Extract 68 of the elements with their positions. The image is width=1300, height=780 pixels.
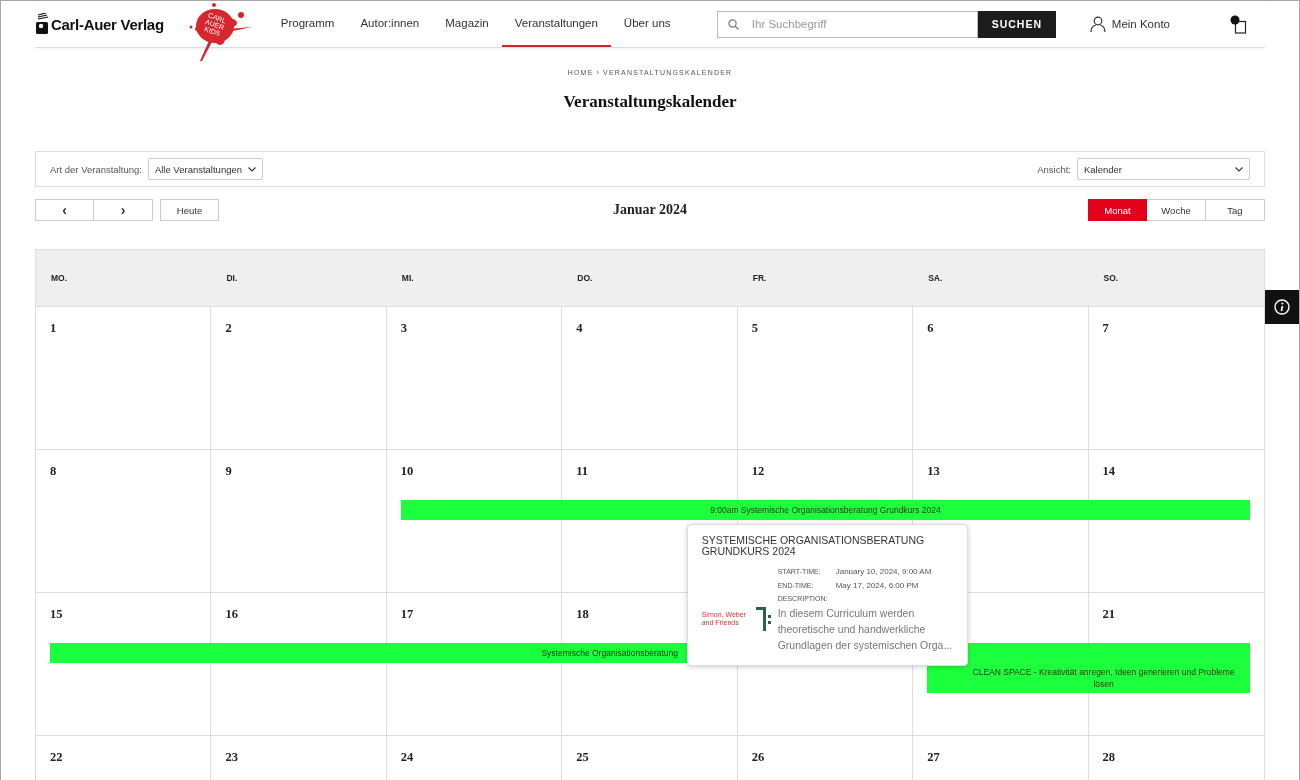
day-number: 5 bbox=[751, 321, 758, 336]
field-value: May 17, 2024, 6:00 PM bbox=[835, 581, 919, 590]
view-tab[interactable]: Monat bbox=[1088, 199, 1147, 221]
next-button[interactable]: › bbox=[94, 199, 153, 221]
info-button[interactable] bbox=[1265, 290, 1299, 324]
search-field[interactable]: Ihr Suchbegriff bbox=[716, 10, 978, 38]
nav-link[interactable]: Veranstaltungen bbox=[501, 1, 611, 47]
day-number: 2 bbox=[225, 321, 232, 336]
day-number: 12 bbox=[751, 464, 765, 479]
weekday-label: DO. bbox=[576, 273, 594, 283]
day-number: 4 bbox=[576, 321, 583, 336]
day-number: 9 bbox=[225, 464, 232, 479]
day-number: 21 bbox=[1102, 607, 1116, 622]
prev-button[interactable]: ‹ bbox=[35, 199, 94, 221]
weekday-label: MO. bbox=[50, 273, 69, 283]
search-button[interactable]: SUCHEN bbox=[977, 10, 1056, 38]
day-number: 13 bbox=[927, 464, 940, 479]
event-title[interactable]: 9:00am Systemische Organisationsberatung Grundkurs 2024 bbox=[400, 500, 1250, 520]
search-icon bbox=[727, 18, 739, 30]
nav-link[interactable]: Magazin bbox=[432, 1, 502, 47]
day-number: 10 bbox=[400, 464, 414, 479]
field-value: January 10, 2024, 9:00 AM bbox=[835, 567, 932, 576]
day-number: 16 bbox=[225, 607, 238, 622]
day-number: 3 bbox=[400, 321, 408, 336]
info-icon bbox=[1274, 299, 1290, 315]
day-number: 11 bbox=[576, 464, 589, 479]
brand-name: Carl-Auer Verlag bbox=[51, 15, 164, 33]
event-title[interactable]: CLEAN SPACE - Kreativität anregen, Ideen generieren und Probleme lösen bbox=[927, 663, 1250, 693]
weekday-label: MI. bbox=[400, 273, 415, 283]
type-dropdown[interactable]: Alle Veranstaltungen bbox=[147, 158, 264, 180]
weekday-label: SO. bbox=[1102, 273, 1120, 283]
day-number: 8 bbox=[50, 464, 57, 479]
day-number: 26 bbox=[751, 750, 765, 765]
filter-label: Art der Veranstaltung: bbox=[50, 163, 142, 175]
day-number: 14 bbox=[1102, 464, 1116, 479]
account-link[interactable]: Mein Konto bbox=[1089, 16, 1170, 32]
filter-label: Ansicht: bbox=[1037, 163, 1071, 175]
day-number: 24 bbox=[400, 750, 414, 765]
month-title: Januar 2024 bbox=[612, 202, 687, 217]
page-title: Veranstaltungskalender bbox=[562, 92, 738, 112]
bag-icon[interactable] bbox=[1230, 14, 1247, 34]
chevron-icon bbox=[248, 166, 257, 172]
day-number: 23 bbox=[225, 750, 238, 765]
view-tab[interactable]: Tag bbox=[1206, 199, 1265, 221]
weekday-label: DI. bbox=[225, 273, 239, 283]
day-number: 1 bbox=[50, 321, 57, 336]
day-number: 27 bbox=[927, 750, 940, 765]
day-number: 6 bbox=[927, 321, 934, 336]
popover-title: SYSTEMISCHE ORGANISATIONSBERATUNG GRUNDKURS 2024 bbox=[701, 535, 926, 557]
day-number: 18 bbox=[576, 607, 589, 622]
weekday-label: FR. bbox=[751, 273, 768, 283]
today-button[interactable]: Heute bbox=[160, 199, 219, 221]
nav-link[interactable]: Über uns bbox=[610, 1, 684, 47]
day-number: 28 bbox=[1102, 750, 1116, 765]
bracket-logo-icon bbox=[753, 605, 772, 633]
day-number: 25 bbox=[576, 750, 589, 765]
day-number: 22 bbox=[50, 750, 63, 765]
view-dropdown[interactable]: Kalender bbox=[1077, 158, 1250, 180]
logo-icon bbox=[35, 13, 49, 35]
view-tab[interactable]: Woche bbox=[1147, 199, 1206, 221]
person-icon bbox=[1089, 16, 1106, 32]
weekday-label: SA. bbox=[927, 273, 944, 283]
day-number: 15 bbox=[50, 607, 63, 622]
day-number: 7 bbox=[1102, 321, 1109, 336]
nav-link[interactable]: Autor:innen bbox=[347, 1, 433, 47]
nav-link[interactable]: Programm bbox=[267, 1, 348, 47]
chevron-icon bbox=[1235, 166, 1243, 172]
day-number: 17 bbox=[400, 607, 414, 622]
